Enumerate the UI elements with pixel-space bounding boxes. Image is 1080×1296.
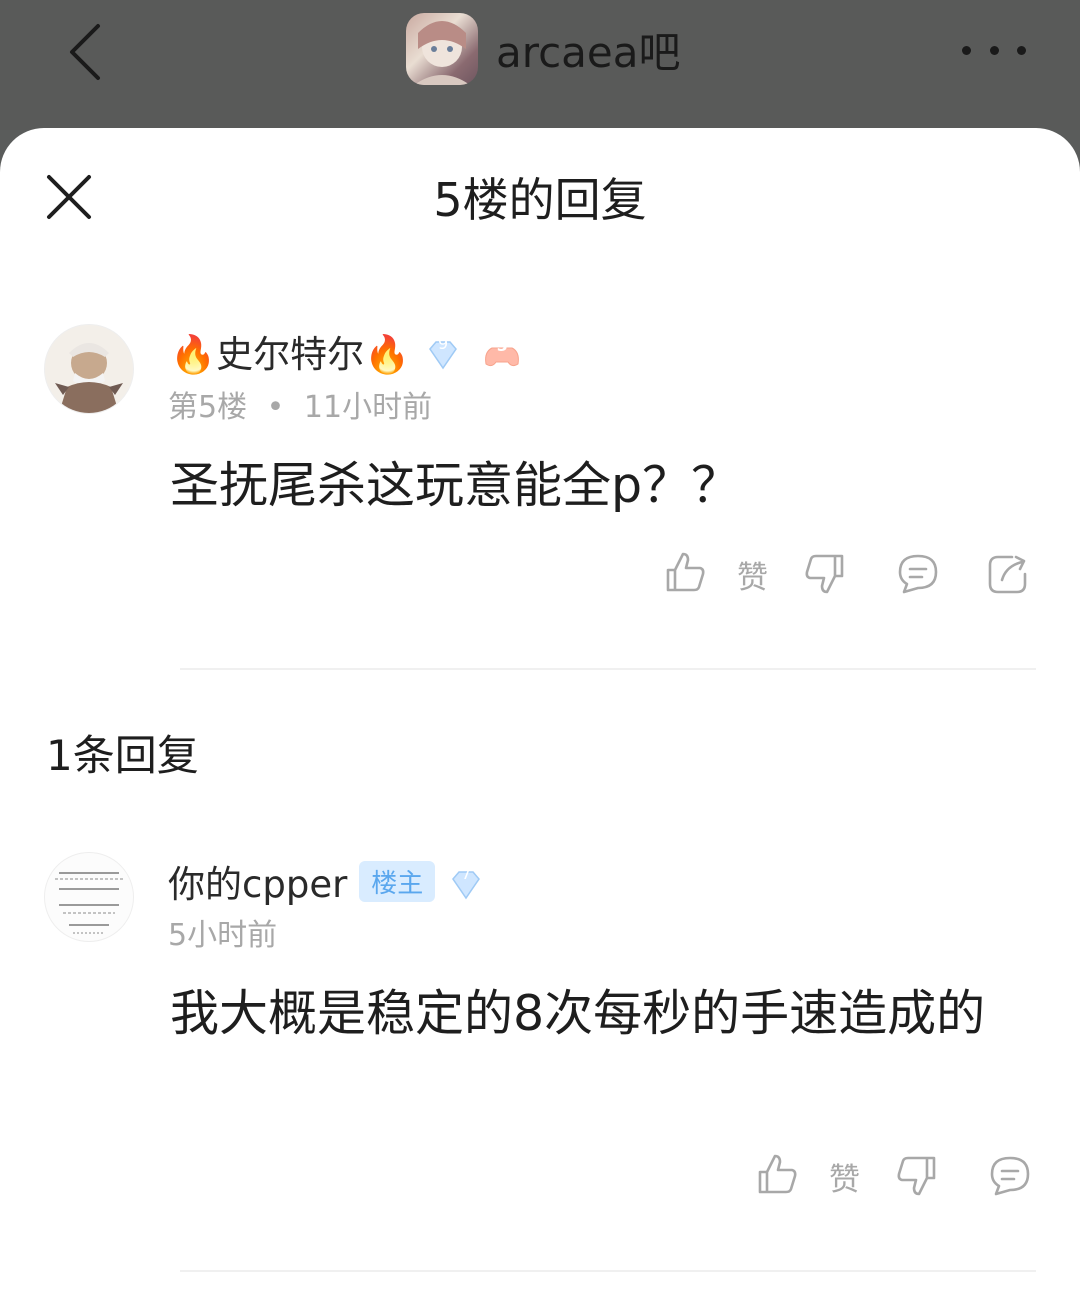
forum-header[interactable]: arcaea吧 [406,13,681,85]
thumbs-up-icon [758,1154,797,1194]
forum-avatar [406,13,478,85]
post-content: 圣抚尾杀这玩意能全p？？ [170,457,741,514]
share-icon [988,555,1027,594]
more-button[interactable] [962,40,1026,60]
post-meta: 第5楼 • 11小时前 [168,390,433,425]
back-button[interactable] [62,22,112,82]
chevron-left-icon [70,24,100,80]
thumbs-up-icon [666,552,705,592]
comment-icon [898,554,938,594]
reply-author-name[interactable]: 你的cpper [168,854,347,908]
share-button[interactable] [986,552,1030,596]
sheet-title: 5楼的回复 [433,173,647,227]
like-label[interactable]: 赞 [737,552,768,597]
reply-author-row: 你的cpper 楼主 7 [168,854,483,908]
replies-sheet: 5楼的回复 🔥史尔特尔🔥 9 5 第5楼 • 11小时前 圣抚尾杀这玩意能全p？… [0,128,1080,1296]
reply-time: 5小时前 [168,918,278,953]
divider [180,668,1036,670]
reply-button[interactable] [896,552,940,596]
like-button[interactable] [664,550,708,594]
dislike-button[interactable] [802,552,846,596]
level-badge: 7 [449,864,483,900]
post-time: 11小时前 [303,390,433,425]
comment-icon [990,1156,1030,1196]
thumbs-down-icon [897,1156,936,1196]
level-badge: 9 [426,334,460,370]
medal-badge: 5 [482,336,522,367]
author-name[interactable]: 🔥史尔特尔🔥 [170,324,410,378]
divider [180,1270,1036,1272]
reply-comment-button[interactable] [988,1154,1032,1198]
reply-like-label[interactable]: 赞 [829,1154,860,1199]
floor-number: 第5楼 [168,390,248,425]
reply-like-button[interactable] [756,1152,800,1196]
host-badge: 楼主 [359,860,436,902]
reply-dislike-button[interactable] [894,1154,938,1198]
replies-count: 1条回复 [46,731,199,780]
reply-author-avatar[interactable] [44,852,134,942]
top-bar: arcaea吧 [0,0,1080,130]
more-dots-icon [962,45,971,55]
thumbs-down-icon [805,554,844,594]
forum-name: arcaea吧 [496,27,681,77]
author-name-row: 🔥史尔特尔🔥 9 5 [170,324,522,378]
reply-content: 我大概是稳定的8次每秒的手速造成的 [170,985,986,1042]
author-avatar[interactable] [44,324,134,414]
